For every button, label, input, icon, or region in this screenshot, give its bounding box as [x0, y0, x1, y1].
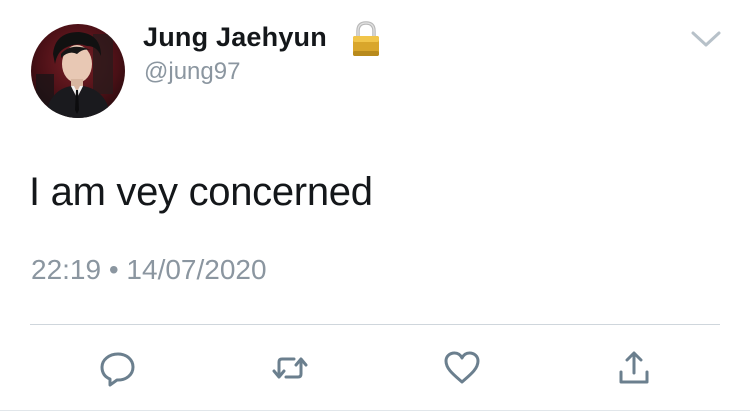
- display-name[interactable]: Jung Jaehyun: [143, 22, 327, 53]
- chevron-down-icon[interactable]: [690, 28, 722, 50]
- like-icon: [444, 351, 480, 384]
- tweet-text: I am vey concerned: [29, 170, 373, 214]
- bottom-border: [0, 410, 750, 411]
- retweet-icon: [272, 357, 308, 379]
- share-button[interactable]: [614, 348, 654, 388]
- lock-icon: [353, 21, 379, 56]
- user-handle[interactable]: @jung97: [144, 58, 240, 86]
- avatar[interactable]: [31, 24, 125, 118]
- retweet-button[interactable]: [270, 348, 310, 388]
- share-icon: [619, 351, 649, 384]
- tweet-timestamp[interactable]: 22:19 • 14/07/2020: [31, 254, 267, 286]
- reply-button[interactable]: [98, 348, 138, 388]
- tweet-card: Jung Jaehyun @jung97 I am vey concerned …: [0, 0, 750, 416]
- reply-icon: [100, 352, 135, 387]
- avatar-photo: [31, 24, 125, 118]
- like-button[interactable]: [442, 348, 482, 388]
- divider: [30, 324, 720, 325]
